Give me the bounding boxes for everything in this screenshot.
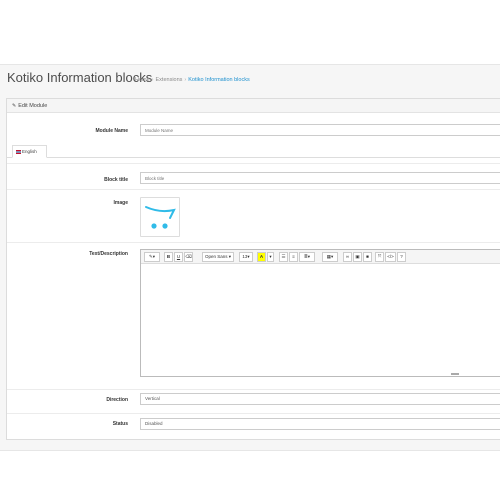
module-name-label: Module Name [95,128,128,134]
direction-label: Direction [106,397,128,403]
text-color-button[interactable]: A [257,252,266,262]
tab-divider [7,157,500,158]
picture-button[interactable]: ▣ [353,252,362,262]
edit-module-panel: ✎Edit Module Module Name English Block t… [6,98,500,440]
breadcrumb-extensions[interactable]: Extensions [156,77,183,83]
rich-text-editor[interactable]: ✎▾ B U ⌫ Open Sans ▾ 13▾ A ▾ ☰ ≡ ≣▾ ▦▾ ∞… [140,249,500,377]
module-name-input[interactable] [140,124,500,136]
status-label: Status [112,421,128,427]
codeview-button[interactable]: </> [385,252,396,262]
table-dropdown[interactable]: ▦▾ [322,252,338,262]
text-color-caret[interactable]: ▾ [267,252,274,262]
eraser-button[interactable]: ⌫ [184,252,193,262]
font-family-value: Open Sans [204,254,228,259]
cart-logo-icon [145,206,176,229]
font-size-value: 13 [242,254,248,259]
block-title-input[interactable] [140,172,500,184]
link-button[interactable]: ∞ [343,252,352,262]
panel-heading-label: Edit Module [18,103,48,109]
breadcrumb-home[interactable]: Home [135,77,150,83]
tab-english[interactable]: English [12,145,47,158]
breadcrumb-current[interactable]: Kotiko Information blocks [188,77,249,83]
paragraph-align-dropdown[interactable]: ≣▾ [299,252,315,262]
block-title-label: Block title [104,177,128,183]
magic-style-button[interactable]: ✎▾ [144,252,160,262]
direction-select[interactable]: Vertical [140,393,500,405]
fullscreen-button[interactable]: ⤧ [375,252,384,262]
image-thumbnail[interactable] [140,197,180,237]
pencil-icon: ✎ [12,103,17,109]
underline-button[interactable]: U [174,252,183,262]
bold-button[interactable]: B [164,252,173,262]
panel-heading: ✎ Edit Module [7,99,500,113]
breadcrumb: Home › Extensions › Kotiko Information block… [135,77,250,83]
editor-resize-handle[interactable] [451,373,459,375]
status-select[interactable]: Disabled [140,418,500,430]
font-family-dropdown[interactable]: Open Sans ▾ [202,252,234,262]
image-label: Image [113,200,128,206]
image-row [7,189,500,241]
ordered-list-button[interactable]: ≡ [289,252,298,262]
unordered-list-button[interactable]: ☰ [279,252,288,262]
video-button[interactable]: ■ [363,252,372,262]
tab-english-label: English [22,149,37,154]
page-title: Kotiko Information blocks [7,70,153,85]
help-button[interactable]: ? [397,252,406,262]
description-label: Text/Description [89,251,128,257]
font-size-dropdown[interactable]: 13▾ [239,252,253,262]
uk-flag-icon [16,150,21,154]
editor-toolbar: ✎▾ B U ⌫ Open Sans ▾ 13▾ A ▾ ☰ ≡ ≣▾ ▦▾ ∞… [141,250,500,264]
